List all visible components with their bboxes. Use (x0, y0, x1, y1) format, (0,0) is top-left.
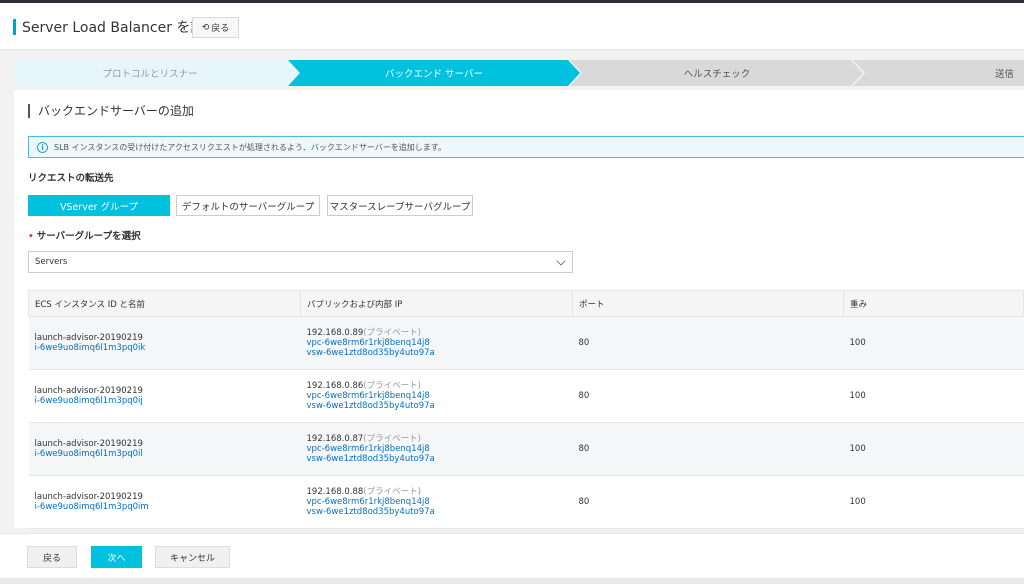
instance-name: launch-advisor-20190219 (34, 333, 143, 343)
option-master-slave-group[interactable]: マスタースレーブサーバグループ (327, 195, 473, 216)
instance-id-link[interactable]: i-6we9uo8imq6l1m3pq0il (35, 449, 301, 459)
server-group-select-value: Servers (35, 257, 68, 267)
weight-cell: 100 (843, 369, 1024, 423)
ip-type: (プライベート) (363, 328, 421, 338)
next-button[interactable]: 次へ (91, 546, 142, 568)
group-select-label: • サーバーグループを選択 (28, 228, 141, 242)
page-title: Server Load Balancer を設定 (22, 20, 219, 36)
info-icon: i (37, 141, 48, 153)
column-header-ip: パブリックおよび内部 IP (300, 290, 573, 317)
instance-cell: launch-advisor-20190219 i-6we9uo8imq6l1m… (28, 369, 301, 423)
private-ip: 192.168.0.87 (306, 434, 364, 444)
instance-cell: launch-advisor-20190219 i-6we9uo8imq6l1m… (28, 475, 301, 529)
instance-name: launch-advisor-20190219 (34, 386, 143, 396)
instance-cell: launch-advisor-20190219 i-6we9uo8imq6l1m… (28, 316, 301, 370)
port-cell: 80 (572, 316, 844, 370)
vpc-link[interactable]: vpc-6we8rm6r1rkj8benq14j8 (307, 338, 573, 348)
column-header-instance: ECS インスタンス ID と名前 (28, 290, 301, 317)
instance-id-link[interactable]: i-6we9uo8imq6l1m3pq0im (35, 502, 301, 512)
ip-cell: 192.168.0.86(プライベート) vpc-6we8rm6r1rkj8be… (300, 369, 573, 423)
vpc-link[interactable]: vpc-6we8rm6r1rkj8benq14j8 (307, 497, 573, 507)
ip-cell: 192.168.0.89(プライベート) vpc-6we8rm6r1rkj8be… (300, 316, 573, 370)
ip-type: (プライベート) (363, 381, 421, 391)
chevron-down-icon (556, 256, 566, 266)
vswitch-link[interactable]: vsw-6we1ztd8od35by4uto97a (307, 507, 573, 517)
vpc-link[interactable]: vpc-6we8rm6r1rkj8benq14j8 (307, 391, 573, 401)
weight-cell: 100 (843, 316, 1024, 370)
table-row: launch-advisor-20190219 i-6we9uo8imq6l1m… (28, 422, 1024, 476)
step-submit: 送信 (994, 69, 1014, 80)
forward-label: リクエストの転送先 (28, 173, 114, 184)
private-ip: 192.168.0.88 (306, 487, 364, 497)
table-row: launch-advisor-20190219 i-6we9uo8imq6l1m… (28, 369, 1024, 423)
wizard-steps: プロトコルとリスナー バックエンド サーバー ヘルスチェック 送信 (14, 60, 1024, 86)
section-title: バックエンドサーバーの追加 (28, 104, 194, 118)
step-backend-servers: バックエンド サーバー (385, 69, 483, 80)
vswitch-link[interactable]: vsw-6we1ztd8od35by4uto97a (307, 348, 573, 358)
ip-type: (プライベート) (363, 434, 421, 444)
title-accent-bar (13, 19, 16, 35)
column-header-port: ポート (572, 290, 844, 317)
back-button-label: 戻る (211, 24, 230, 34)
vswitch-link[interactable]: vsw-6we1ztd8od35by4uto97a (307, 401, 573, 411)
vswitch-link[interactable]: vsw-6we1ztd8od35by4uto97a (307, 454, 573, 464)
port-cell: 80 (572, 369, 844, 423)
column-header-weight: 重み (843, 290, 1024, 317)
instance-cell: launch-advisor-20190219 i-6we9uo8imq6l1m… (28, 422, 301, 476)
port-cell: 80 (572, 475, 844, 529)
info-text: SLB インスタンスの受け付けたアクセスリクエストが処理されるよう、バックエンド… (54, 142, 446, 152)
option-default-server-group[interactable]: デフォルトのサーバーグループ (176, 195, 320, 216)
vpc-link[interactable]: vpc-6we8rm6r1rkj8benq14j8 (307, 444, 573, 454)
server-group-select[interactable]: Servers (28, 251, 573, 273)
table-row: launch-advisor-20190219 i-6we9uo8imq6l1m… (28, 475, 1024, 529)
private-ip: 192.168.0.86 (306, 381, 364, 391)
option-vserver-group[interactable]: VServer グループ (28, 195, 170, 216)
weight-cell: 100 (843, 475, 1024, 529)
ip-cell: 192.168.0.88(プライベート) vpc-6we8rm6r1rkj8be… (300, 475, 573, 529)
table-row: launch-advisor-20190219 i-6we9uo8imq6l1m… (28, 316, 1024, 370)
back-button[interactable]: ⟲ 戻る (192, 17, 239, 38)
ip-type: (プライベート) (363, 487, 421, 497)
instance-id-link[interactable]: i-6we9uo8imq6l1m3pq0ik (35, 343, 301, 353)
instance-id-link[interactable]: i-6we9uo8imq6l1m3pq0ij (35, 396, 301, 406)
back-button-footer[interactable]: 戻る (27, 546, 77, 568)
main-panel: バックエンドサーバーの追加 i SLB インスタンスの受け付けたアクセスリクエス… (14, 90, 1024, 529)
undo-icon: ⟲ (201, 22, 210, 33)
step-protocol-listener: プロトコルとリスナー (102, 69, 198, 80)
page-header: Server Load Balancer を設定 ⟲ 戻る (0, 3, 1024, 50)
private-ip: 192.168.0.89 (306, 328, 364, 338)
instance-name: launch-advisor-20190219 (34, 492, 143, 502)
required-marker: • (28, 232, 34, 242)
bottom-strip (0, 578, 1024, 584)
instance-name: launch-advisor-20190219 (34, 439, 143, 449)
step-health-check: ヘルスチェック (683, 69, 751, 80)
backend-servers-table: ECS インスタンス ID と名前 パブリックおよび内部 IP ポート 重み l… (28, 290, 1024, 529)
cancel-button[interactable]: キャンセル (155, 546, 230, 568)
ip-cell: 192.168.0.87(プライベート) vpc-6we8rm6r1rkj8be… (300, 422, 573, 476)
port-cell: 80 (572, 422, 844, 476)
table-header-row: ECS インスタンス ID と名前 パブリックおよび内部 IP ポート 重み (28, 290, 1024, 317)
footer-bar: 戻る 次へ キャンセル (0, 533, 1024, 578)
info-banner: i SLB インスタンスの受け付けたアクセスリクエストが処理されるよう、バックエ… (28, 136, 1024, 158)
group-select-label-text: サーバーグループを選択 (36, 231, 141, 242)
weight-cell: 100 (843, 422, 1024, 476)
